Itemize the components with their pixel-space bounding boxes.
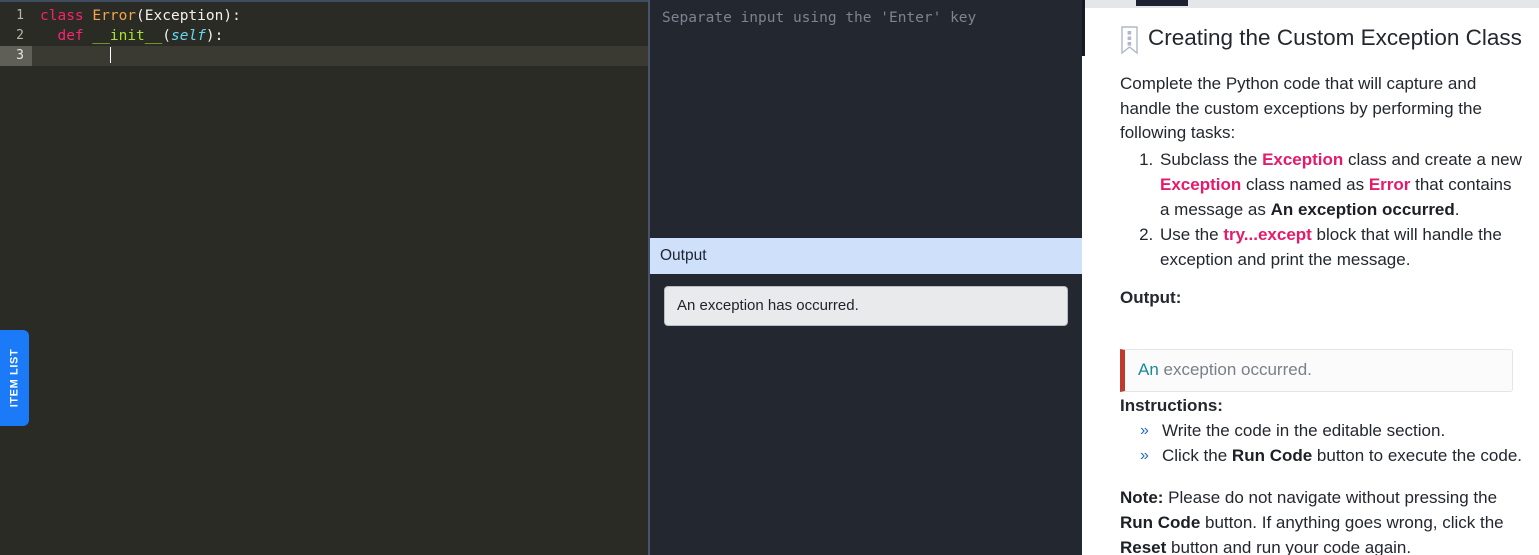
body-text: Please do not navigate without pressing … — [1163, 488, 1498, 508]
application-window: 1 class Error(Exception): 2 def __init__(s… — [0, 0, 1539, 555]
body-text: Use the — [1160, 224, 1224, 244]
keyword-highlight: Error — [1368, 175, 1411, 195]
output-result-box: An exception has occurred. — [664, 286, 1068, 326]
output-section-label: Output: — [1120, 288, 1182, 308]
body-text: class and create a new — [1343, 150, 1522, 170]
body-text: Click the — [1162, 445, 1232, 465]
line-number: 3 — [0, 46, 32, 66]
expected-output-callout: An exception occurred. — [1120, 349, 1513, 392]
emphasis-text: Note: — [1120, 488, 1164, 508]
code-token: def — [57, 28, 84, 44]
task-item: Subclass the Exception class and create … — [1158, 148, 1525, 222]
body-text: button and run your code again. — [1166, 538, 1412, 555]
task-list: Subclass the Exception class and create … — [1136, 148, 1525, 272]
keyword-highlight: Exception — [1160, 175, 1242, 195]
stdin-input[interactable] — [650, 0, 1082, 238]
code-token: __init__ — [92, 28, 163, 44]
code-token: ( — [162, 28, 171, 44]
text-caret — [109, 47, 112, 63]
code-token: self — [170, 28, 206, 44]
code-token: Error — [92, 8, 137, 24]
body-text: Subclass the — [1160, 150, 1263, 170]
task-item: Use the try...except block that will han… — [1158, 223, 1525, 273]
instructions-section-label: Instructions: — [1120, 395, 1223, 415]
page-title: Creating the Custom Exception Class — [1148, 25, 1522, 50]
code-token: (Exception): — [136, 8, 241, 24]
keyword-highlight: try...except — [1223, 224, 1312, 244]
instruction-list: » Write the code in the editable section.… — [1140, 419, 1525, 469]
io-pane: Output An exception has occurred. — [648, 0, 1082, 555]
instruction-item: » Write the code in the editable section. — [1140, 419, 1525, 444]
output-header-label: Output — [660, 247, 707, 264]
output-panel-header: Output — [650, 238, 1082, 274]
body-text: button to execute the code. — [1312, 445, 1523, 465]
note-block: Note: Please do not navigate without pre… — [1120, 486, 1525, 555]
code-lines[interactable]: 1 class Error(Exception): 2 def __init__(s… — [0, 6, 648, 66]
bookmark-icon — [1120, 26, 1139, 64]
emphasis-text: An exception occurred — [1270, 199, 1455, 219]
line-number: 2 — [16, 28, 24, 43]
tab-strip[interactable] — [1082, 0, 1539, 8]
body-text: button. If anything goes wrong, click th… — [1200, 513, 1504, 533]
instruction-item: » Click the Run Code button to execute th… — [1140, 444, 1525, 469]
item-list-tab[interactable]: ITEM LIST — [0, 330, 29, 426]
instructions-title-row: Creating the Custom Exception Class — [1120, 24, 1525, 64]
editor-top-border — [0, 0, 648, 2]
code-line[interactable]: 1 class Error(Exception): — [0, 6, 648, 26]
body-text: Write the code in the editable section. — [1162, 420, 1446, 440]
code-text[interactable]: class Error(Exception): — [32, 6, 241, 26]
body-text: class named as — [1241, 175, 1369, 195]
instructions-content: Creating the Custom Exception Class Comp… — [1082, 8, 1539, 555]
emphasis-text: Run Code — [1231, 445, 1313, 465]
double-chevron-icon: » — [1140, 446, 1149, 464]
emphasis-text: Run Code — [1120, 513, 1201, 533]
emphasis-text: Reset — [1120, 538, 1167, 555]
code-line[interactable]: 2 def __init__(self): — [0, 26, 648, 46]
line-number: 1 — [16, 8, 24, 23]
output-panel-body: An exception has occurred. — [650, 274, 1082, 555]
double-chevron-icon: » — [1140, 421, 1149, 439]
code-editor-pane[interactable]: 1 class Error(Exception): 2 def __init__(s… — [0, 0, 648, 555]
instructions-intro: Complete the Python code that will captu… — [1120, 73, 1482, 143]
code-text[interactable]: def __init__(self): — [32, 26, 223, 46]
code-token: ): — [205, 28, 224, 44]
code-token: class — [40, 8, 84, 24]
item-list-tab-label: ITEM LIST — [8, 348, 21, 408]
instructions-pane: Creating the Custom Exception Class Comp… — [1082, 0, 1539, 555]
code-line[interactable]: 3 — [0, 46, 648, 66]
code-text[interactable] — [32, 46, 112, 66]
expected-output-rest: exception occurred. — [1158, 360, 1312, 380]
expected-output-first-word: An — [1138, 360, 1159, 380]
keyword-highlight: Exception — [1262, 150, 1344, 170]
body-text: . — [1454, 199, 1460, 219]
tab-active-indicator[interactable] — [1136, 0, 1188, 6]
